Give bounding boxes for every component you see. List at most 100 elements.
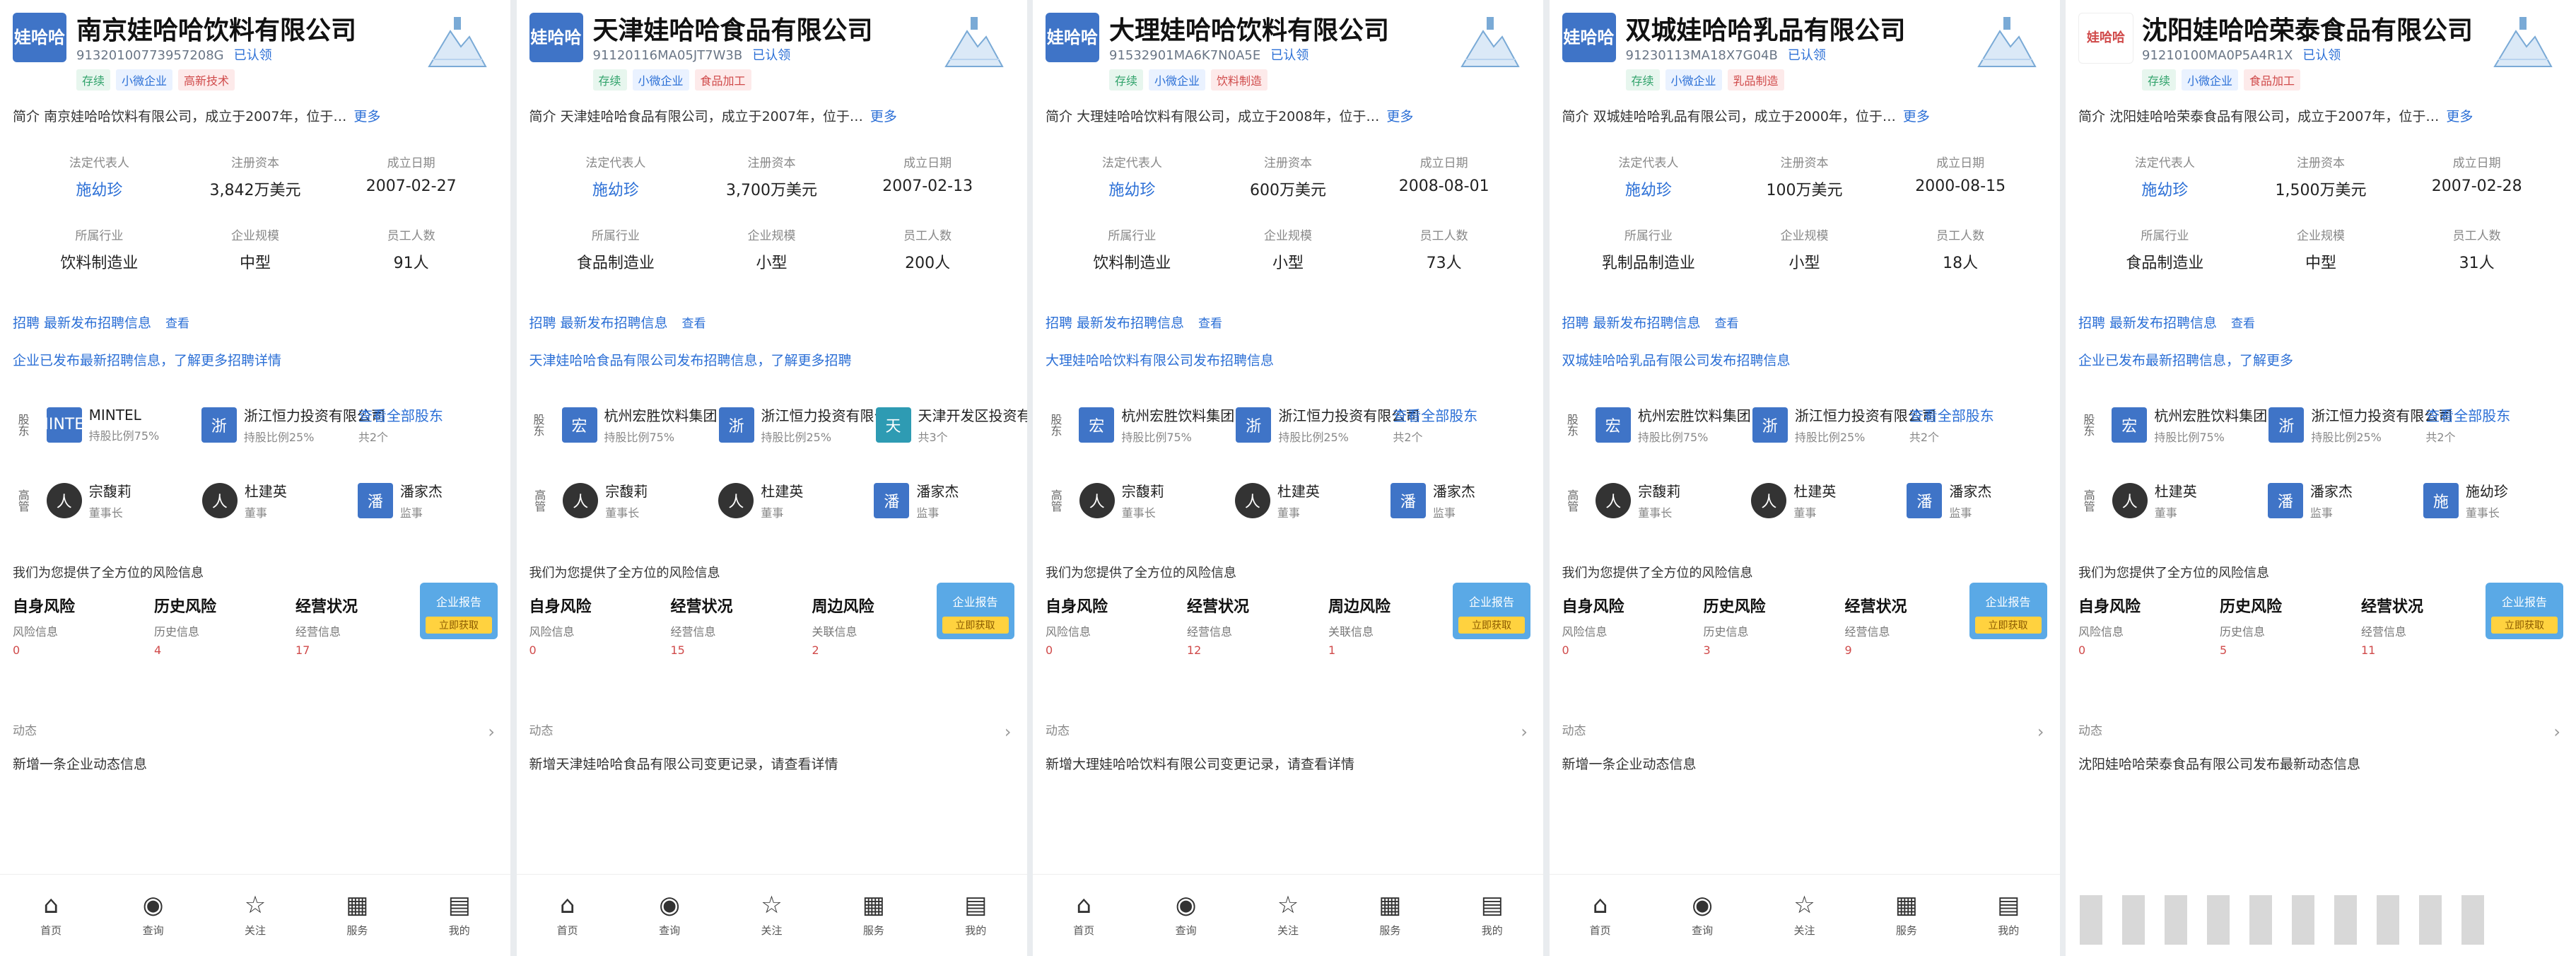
claimed-badge[interactable]: 已认领 [752,48,790,63]
risk-card[interactable]: 经营状况 经营信息 9 [1845,594,1958,657]
relation-node[interactable]: 查看全部股东 共2个 [1393,404,1530,445]
claimed-badge[interactable]: 已认领 [1270,48,1309,63]
news-summary[interactable]: 双城娃哈哈乳品有限公司发布招聘信息 [1562,350,2047,369]
relation-node[interactable]: 宏杭州宏胜饮料集团 持股比例75% [561,404,718,445]
relation-node[interactable]: 天天津开发区投资有限公司共3个 [875,404,1027,445]
news-summary[interactable]: 企业已发布最新招聘信息，了解更多 [2078,350,2563,369]
recruitment-news[interactable]: 招聘 最新发布招聘信息 查看 企业已发布最新招聘信息，了解更多招聘详情 [0,273,510,369]
info-value[interactable]: 施幼珍 [2087,177,2243,200]
risk-card[interactable]: 经营状况 经营信息 11 [2361,594,2474,657]
report-promo[interactable]: 企业报告 立即获取 [2486,583,2563,639]
nav-item[interactable]: ▦ 服务 [1868,893,1945,938]
intro-more-link[interactable]: 更多 [870,109,897,124]
recruitment-news[interactable]: 招聘 最新发布招聘信息 查看 大理娃哈哈饮料有限公司发布招聘信息 [1033,273,1543,369]
nav-item[interactable]: ◉ 查询 [631,893,708,938]
relation-node[interactable]: 查看全部股东 共2个 [358,404,498,445]
nav-item[interactable]: ☆ 关注 [1765,893,1843,938]
relation-node[interactable]: MINTEL MINTEL 持股比例75% [35,407,186,443]
news-view-link[interactable]: 查看 [2231,317,2255,331]
relation-node[interactable]: 查看全部股东 共2个 [2425,404,2563,445]
news-view-link[interactable]: 查看 [1198,317,1222,331]
intro-more-link[interactable]: 更多 [1386,109,1413,124]
news-summary[interactable]: 大理娃哈哈饮料有限公司发布招聘信息 [1046,350,1530,369]
promo-button[interactable]: 立即获取 [426,617,492,634]
nav-item[interactable]: ◉ 查询 [1147,893,1225,938]
info-cell[interactable]: 法定代表人 施幼珍 [1054,153,1210,200]
info-cell[interactable]: 法定代表人 施幼珍 [538,153,694,200]
relation-node[interactable]: 宏杭州宏胜饮料集团 持股比例75% [1079,404,1234,445]
nav-item[interactable]: ▦ 服务 [1351,893,1429,938]
report-promo[interactable]: 企业报告 立即获取 [1969,583,2047,639]
relation-node[interactable]: 浙浙江恒力投资有限公司 持股比例25% [1752,404,1936,445]
relation-node[interactable]: 潘潘家杰 监事 [1390,480,1530,520]
nav-item[interactable]: ☆ 关注 [732,893,810,938]
promo-button[interactable]: 立即获取 [2491,617,2558,634]
chevron-right-icon[interactable]: › [1521,722,1528,742]
relation-node[interactable]: 人宗馥莉 董事长 [46,480,187,520]
dynamics-section[interactable]: 动态 新增一条企业动态信息 › [0,657,510,773]
dynamics-section[interactable]: 动态 新增大理娃哈哈饮料有限公司变更记录，请查看详情 › [1033,657,1543,773]
promo-button[interactable]: 立即获取 [1458,617,1525,634]
risk-card[interactable]: 自身风险 风险信息 0 [13,594,126,657]
chevron-right-icon[interactable]: › [2037,722,2044,742]
risk-card[interactable]: 历史风险 历史信息 4 [154,594,267,657]
dynamics-section[interactable]: 动态 沈阳娃哈哈荣泰食品有限公司发布最新动态信息 › [2066,657,2576,773]
relation-node[interactable]: 浙浙江恒力投资有限公司 持股比例25% [201,404,385,445]
risk-card[interactable]: 自身风险 风险信息 0 [1562,594,1675,657]
relation-node[interactable]: 浙浙江恒力投资有限公司 持股比例25% [2268,404,2452,445]
info-cell[interactable]: 法定代表人 施幼珍 [21,153,177,200]
intro-more-link[interactable]: 更多 [353,109,380,124]
info-value[interactable]: 施幼珍 [1054,177,1210,200]
info-cell[interactable]: 法定代表人 施幼珍 [1571,153,1727,200]
report-promo[interactable]: 企业报告 立即获取 [420,583,498,639]
nav-item[interactable]: ▤ 我的 [1969,893,2047,938]
report-promo[interactable]: 企业报告 立即获取 [1453,583,1530,639]
dynamics-section[interactable]: 动态 新增天津娃哈哈食品有限公司变更记录，请查看详情 › [517,657,1027,773]
info-cell[interactable]: 法定代表人 施幼珍 [2087,153,2243,200]
risk-card[interactable]: 经营状况 经营信息 12 [1187,594,1300,657]
nav-item[interactable]: ▦ 服务 [318,893,396,938]
risk-card[interactable]: 经营状况 经营信息 15 [671,594,784,657]
chevron-right-icon[interactable]: › [2553,722,2560,742]
nav-item[interactable]: ▤ 我的 [421,893,498,938]
relation-node[interactable]: 人杜建英 董事 [1234,480,1375,520]
relation-node[interactable]: 潘潘家杰 监事 [357,480,498,520]
news-view-link[interactable]: 查看 [165,317,189,331]
relation-node[interactable]: 人杜建英 董事 [201,480,342,520]
relation-node[interactable]: 潘潘家杰 监事 [874,480,1014,520]
news-summary[interactable]: 天津娃哈哈食品有限公司发布招聘信息，了解更多招聘 [529,350,1014,369]
news-view-link[interactable]: 查看 [1715,317,1739,331]
relation-node[interactable]: 人宗馥莉 董事长 [1596,480,1735,520]
nav-item[interactable]: ⌂ 首页 [529,893,607,938]
claimed-badge[interactable]: 已认领 [1788,48,1826,63]
nav-item[interactable]: ⌂ 首页 [1562,893,1639,938]
recruitment-news[interactable]: 招聘 最新发布招聘信息 查看 企业已发布最新招聘信息，了解更多 [2066,273,2576,369]
promo-button[interactable]: 立即获取 [1974,617,2042,634]
nav-item[interactable]: ▦ 服务 [835,893,913,938]
risk-card[interactable]: 自身风险 风险信息 0 [2078,594,2191,657]
relation-node[interactable]: 人杜建英 董事 [1751,480,1891,520]
chevron-right-icon[interactable]: › [488,722,495,742]
relation-node[interactable]: 施施幼珍 董事长 [2423,480,2563,520]
claimed-badge[interactable]: 已认领 [2302,48,2341,63]
relation-node[interactable]: 人杜建英 董事 [2112,480,2252,520]
recruitment-news[interactable]: 招聘 最新发布招聘信息 查看 双城娃哈哈乳品有限公司发布招聘信息 [1550,273,2060,369]
relation-node[interactable]: 潘潘家杰 监事 [1907,480,2047,520]
risk-card[interactable]: 周边风险 关联信息 1 [1328,594,1441,657]
relation-node[interactable]: 浙浙江恒力投资有限公司 持股比例25% [718,404,903,445]
nav-item[interactable]: ⌂ 首页 [12,893,90,938]
relation-node[interactable]: 浙浙江恒力投资有限公司 持股比例25% [1236,404,1419,445]
risk-card[interactable]: 经营状况 经营信息 17 [295,594,409,657]
risk-card[interactable]: 周边风险 关联信息 2 [812,594,925,657]
chevron-right-icon[interactable]: › [1005,722,1012,742]
nav-item[interactable]: ☆ 关注 [1249,893,1327,938]
risk-card[interactable]: 自身风险 风险信息 0 [529,594,643,657]
risk-card[interactable]: 自身风险 风险信息 0 [1046,594,1159,657]
relation-node[interactable]: 人宗馥莉 董事长 [563,480,703,520]
nav-item[interactable]: ◉ 查询 [115,893,192,938]
nav-item[interactable]: ◉ 查询 [1663,893,1741,938]
claimed-badge[interactable]: 已认领 [234,48,272,63]
nav-item[interactable]: ▤ 我的 [1453,893,1531,938]
intro-more-link[interactable]: 更多 [2446,109,2473,124]
relation-node[interactable]: 查看全部股东 共2个 [1909,404,2047,445]
